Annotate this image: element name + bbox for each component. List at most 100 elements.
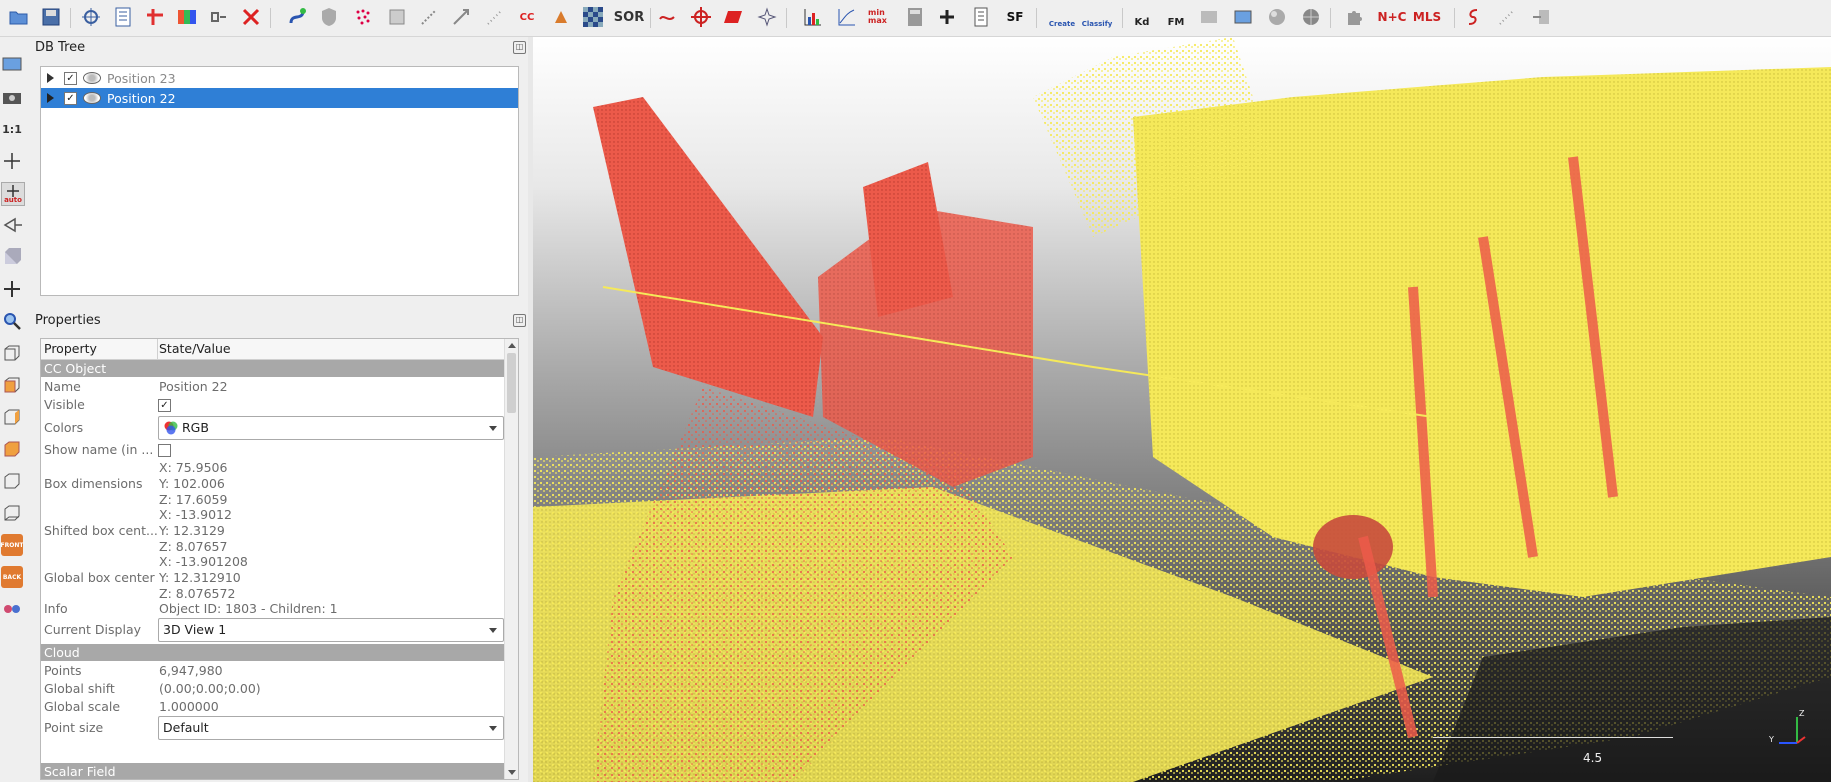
global-center-x: X: -13.901208 <box>159 554 248 569</box>
transform-icon[interactable] <box>80 6 102 28</box>
cube-view-icon[interactable] <box>1 246 23 268</box>
round-sign <box>1313 515 1393 579</box>
calculator-icon[interactable] <box>904 6 926 28</box>
one-to-one-icon[interactable]: 1:1 <box>1 118 23 140</box>
noise-icon[interactable] <box>484 6 506 28</box>
camera-icon[interactable] <box>1 86 23 108</box>
cc-icon[interactable]: CC <box>516 6 538 28</box>
toolbar-separator <box>650 8 651 28</box>
fm-icon[interactable]: FM <box>1164 6 1188 28</box>
delete-icon[interactable] <box>240 6 262 28</box>
curve-icon[interactable] <box>836 6 858 28</box>
noise2-icon[interactable] <box>1496 6 1518 28</box>
scroll-thumb[interactable] <box>507 353 516 413</box>
display-icon[interactable] <box>1 54 23 76</box>
properties-float-button[interactable]: ◫ <box>513 314 526 327</box>
toolbar-separator <box>70 8 71 28</box>
auto-label: auto <box>4 195 22 204</box>
open-icon[interactable] <box>8 6 30 28</box>
property-label: Shifted box cent... <box>44 523 158 538</box>
property-row-colors: Colors RGB <box>41 416 504 440</box>
cake-icon[interactable] <box>550 6 572 28</box>
property-label: Colors <box>44 420 84 435</box>
show-name-checkbox[interactable] <box>158 444 171 457</box>
iso-front-icon[interactable]: FRONT <box>1 534 23 556</box>
sor-icon[interactable]: SOR <box>614 6 644 28</box>
nc-icon[interactable]: N+C <box>1378 6 1407 28</box>
stereo-icon[interactable] <box>1 598 23 620</box>
segment-icon[interactable] <box>286 6 308 28</box>
subsample-icon[interactable] <box>386 6 408 28</box>
colors-select[interactable]: RGB <box>158 416 504 440</box>
property-label: Global box center <box>44 570 155 585</box>
properties-scrollbar[interactable] <box>504 339 518 779</box>
origin-icon[interactable] <box>690 6 712 28</box>
left-view-icon[interactable] <box>1 406 23 428</box>
perspective-icon[interactable] <box>1 214 23 236</box>
property-value: Position 22 <box>159 379 228 394</box>
current-display-select[interactable]: 3D View 1 <box>158 618 504 642</box>
pivot-auto-icon[interactable]: auto <box>1 182 25 206</box>
sf-icon[interactable]: SF <box>1002 6 1028 28</box>
sphere-icon[interactable] <box>1266 6 1288 28</box>
right-view-icon[interactable] <box>1 470 23 492</box>
chevron-down-icon <box>489 726 497 731</box>
sample-icon[interactable] <box>352 6 374 28</box>
star-icon[interactable] <box>756 6 778 28</box>
canupo-create-icon[interactable]: Create <box>1048 6 1076 28</box>
link-icon[interactable] <box>208 6 230 28</box>
tree-item-position-22[interactable]: ✓ Position 22 <box>41 88 518 108</box>
properties-icon[interactable] <box>112 6 134 28</box>
iso-back-icon[interactable]: BACK <box>1 566 23 588</box>
column-header-value[interactable]: State/Value <box>158 339 505 360</box>
histogram-icon[interactable] <box>802 6 824 28</box>
scroll-down-icon[interactable] <box>508 770 516 775</box>
export-icon[interactable] <box>1198 6 1220 28</box>
back-view-icon[interactable] <box>1 438 23 460</box>
checker-icon[interactable] <box>582 6 604 28</box>
plus-icon[interactable] <box>936 6 958 28</box>
scale-icon[interactable] <box>418 6 440 28</box>
top-view-icon[interactable] <box>1 342 23 364</box>
current-display-value: 3D View 1 <box>163 622 227 637</box>
minmax-icon[interactable]: min max <box>868 6 894 28</box>
register-icon[interactable] <box>450 6 472 28</box>
point-size-select[interactable]: Default <box>158 716 504 740</box>
s-icon[interactable] <box>1462 6 1484 28</box>
column-header-property[interactable]: Property <box>41 339 158 360</box>
device-icon[interactable] <box>970 6 992 28</box>
cross-section-icon[interactable] <box>656 6 678 28</box>
puzzle-icon[interactable] <box>1344 6 1366 28</box>
save-icon[interactable] <box>40 6 62 28</box>
property-label: Box dimensions <box>44 476 143 491</box>
3d-viewport[interactable]: 4.5 Y Z <box>533 37 1831 782</box>
bottom-view-icon[interactable] <box>1 502 23 524</box>
globe-icon[interactable] <box>1300 6 1322 28</box>
shield-icon[interactable] <box>318 6 340 28</box>
visibility-checkbox[interactable]: ✓ <box>64 91 77 105</box>
chevron-down-icon <box>489 426 497 431</box>
arrow-icon[interactable] <box>1530 6 1552 28</box>
visibility-checkbox[interactable]: ✓ <box>64 71 77 85</box>
pick-point-icon[interactable] <box>144 6 166 28</box>
color-icon[interactable] <box>176 6 198 28</box>
property-label: Global shift <box>44 681 115 696</box>
db-tree-float-button[interactable]: ◫ <box>513 41 526 54</box>
global-center-y: Y: 12.312910 <box>159 570 241 585</box>
move-icon[interactable] <box>1 278 23 300</box>
canupo-classify-icon[interactable]: Classify <box>1082 6 1113 28</box>
scroll-up-icon[interactable] <box>508 343 516 348</box>
visible-checkbox[interactable]: ✓ <box>158 399 171 412</box>
tree-item-position-23[interactable]: ✓ Position 23 <box>41 68 518 88</box>
zoom-icon[interactable] <box>1 310 23 332</box>
kd-icon[interactable]: Kd <box>1130 6 1154 28</box>
expand-icon[interactable] <box>47 93 54 103</box>
front-view-icon[interactable] <box>1 374 23 396</box>
plane-icon[interactable] <box>722 6 744 28</box>
property-label: Points <box>44 663 82 678</box>
property-value: Object ID: 1803 - Children: 1 <box>159 601 338 616</box>
mls-icon[interactable]: MLS <box>1412 6 1442 28</box>
expand-icon[interactable] <box>47 73 54 83</box>
pivot-icon[interactable] <box>1 150 23 172</box>
image-icon[interactable] <box>1232 6 1254 28</box>
